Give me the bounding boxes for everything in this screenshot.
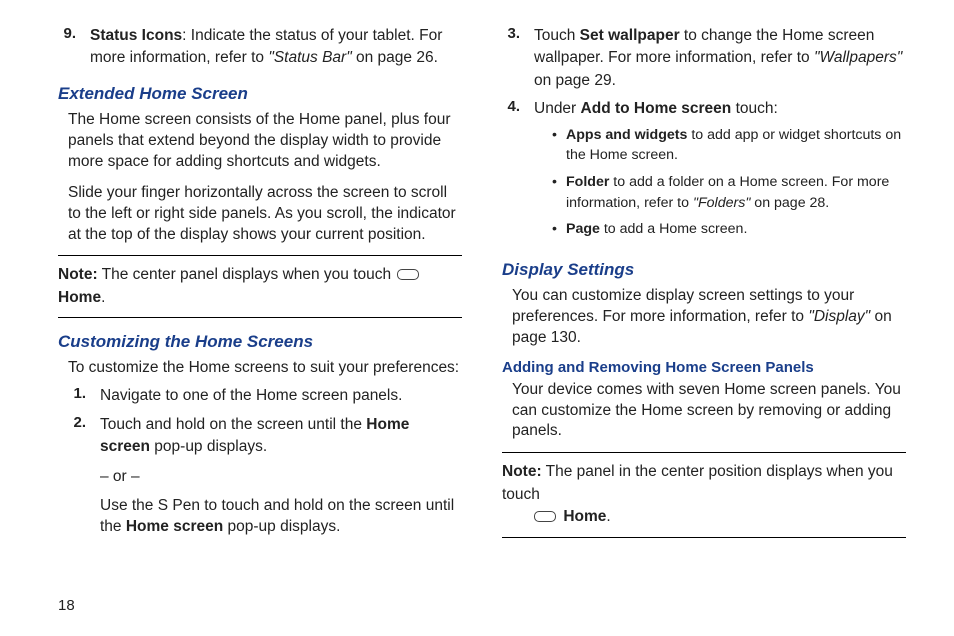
list-item-1: 1. Navigate to one of the Home screen pa… xyxy=(68,385,462,407)
apps-widgets-label: Apps and widgets xyxy=(566,127,687,143)
text: You can customize display screen setting… xyxy=(512,287,854,325)
status-icons-label: Status Icons xyxy=(90,27,182,44)
list-item-4: 4. Under Add to Home screen touch: • App… xyxy=(502,98,906,245)
text: pop-up displays. xyxy=(150,438,267,455)
page-number: 18 xyxy=(58,597,75,614)
list-number: 9. xyxy=(58,25,90,70)
text: touch: xyxy=(731,100,778,117)
list-number: 3. xyxy=(502,25,534,92)
column-left: 9. Status Icons: Indicate the status of … xyxy=(58,25,462,565)
home-label: Home xyxy=(563,508,606,525)
add-to-home-label: Add to Home screen xyxy=(581,100,732,117)
note-box: Note: The center panel displays when you… xyxy=(58,255,462,318)
paragraph: You can customize display screen setting… xyxy=(512,286,906,349)
text: Under xyxy=(534,100,581,117)
heading-adding-removing-panels: Adding and Removing Home Screen Panels xyxy=(502,359,906,376)
home-label: Home xyxy=(58,289,101,306)
list-item-9: 9. Status Icons: Indicate the status of … xyxy=(58,25,462,70)
or-separator: – or – xyxy=(100,467,462,488)
paragraph: To customize the Home screens to suit yo… xyxy=(68,358,462,379)
bullet-list: • Apps and widgets to add app or widget … xyxy=(552,125,906,240)
bullet-page: • Page to add a Home screen. xyxy=(552,219,906,240)
paragraph: The Home screen consists of the Home pan… xyxy=(68,110,462,173)
text: Touch xyxy=(534,27,580,44)
list-body: Touch Set wallpaper to change the Home s… xyxy=(534,25,906,92)
text: on page 28. xyxy=(750,195,829,211)
list-body: Status Icons: Indicate the status of you… xyxy=(90,25,462,70)
text: The panel in the center position display… xyxy=(502,463,893,502)
bullet-dot: • xyxy=(552,219,566,240)
list-number: 1. xyxy=(68,385,100,407)
text: on page 29. xyxy=(534,72,616,89)
home-screen-label: Home screen xyxy=(126,518,223,535)
bullet-apps-widgets: • Apps and widgets to add app or widget … xyxy=(552,125,906,166)
cross-ref-status-bar[interactable]: "Status Bar" xyxy=(268,49,351,66)
note-label: Note: xyxy=(502,463,542,480)
paragraph: Use the S Pen to touch and hold on the s… xyxy=(100,496,462,538)
heading-display-settings: Display Settings xyxy=(502,260,906,280)
text: The center panel displays when you touch xyxy=(98,266,396,283)
cross-ref-folders[interactable]: "Folders" xyxy=(693,195,750,211)
set-wallpaper-label: Set wallpaper xyxy=(580,27,680,44)
paragraph: Your device comes with seven Home screen… xyxy=(512,380,906,443)
bullet-text: Page to add a Home screen. xyxy=(566,219,906,240)
heading-extended-home-screen: Extended Home Screen xyxy=(58,84,462,104)
home-button-icon xyxy=(534,511,556,522)
heading-customizing-home-screens: Customizing the Home Screens xyxy=(58,332,462,352)
cross-ref-display[interactable]: "Display" xyxy=(808,308,870,325)
text: pop-up displays. xyxy=(223,518,340,535)
text: to add a Home screen. xyxy=(600,221,747,237)
list-body: Under Add to Home screen touch: • Apps a… xyxy=(534,98,906,245)
cross-ref-wallpapers[interactable]: "Wallpapers" xyxy=(814,49,902,66)
folder-label: Folder xyxy=(566,174,609,190)
page-label: Page xyxy=(566,221,600,237)
list-item-2: 2. Touch and hold on the screen until th… xyxy=(68,414,462,538)
list-body: Navigate to one of the Home screen panel… xyxy=(100,385,462,407)
bullet-dot: • xyxy=(552,172,566,213)
bullet-text: Apps and widgets to add app or widget sh… xyxy=(566,125,906,166)
paragraph: Slide your finger horizontally across th… xyxy=(68,183,462,246)
text: Touch and hold on the screen until the xyxy=(100,416,366,433)
two-column-layout: 9. Status Icons: Indicate the status of … xyxy=(58,25,906,565)
text: on page 26. xyxy=(352,49,438,66)
note-label: Note: xyxy=(58,266,98,283)
list-number: 2. xyxy=(68,414,100,538)
home-button-icon xyxy=(397,269,419,280)
bullet-text: Folder to add a folder on a Home screen.… xyxy=(566,172,906,213)
list-item-3: 3. Touch Set wallpaper to change the Hom… xyxy=(502,25,906,92)
bullet-dot: • xyxy=(552,125,566,166)
list-number: 4. xyxy=(502,98,534,245)
bullet-folder: • Folder to add a folder on a Home scree… xyxy=(552,172,906,213)
note-box: Note: The panel in the center position d… xyxy=(502,452,906,537)
list-body: Touch and hold on the screen until the H… xyxy=(100,414,462,538)
column-right: 3. Touch Set wallpaper to change the Hom… xyxy=(502,25,906,565)
